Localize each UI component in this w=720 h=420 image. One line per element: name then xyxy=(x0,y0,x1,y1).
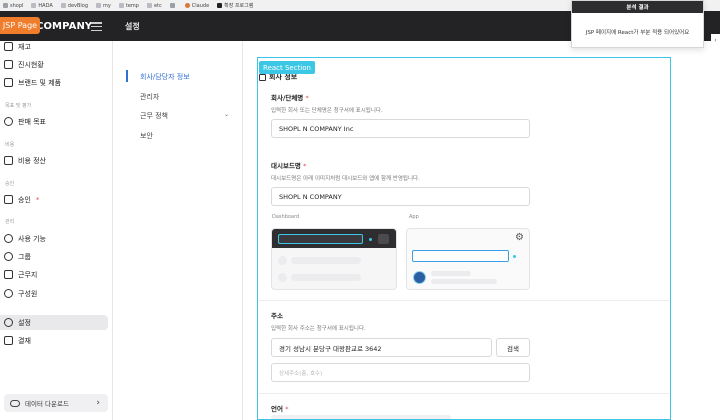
company-name-desc: 입력한 회사 또는 단체명은 청구서에 표시됩니다. xyxy=(271,108,383,114)
address-detail-input[interactable]: 상세주소(층, 호수) xyxy=(271,363,530,382)
popup-message: JSP 페이지에 React가 부분 적용 되어있어요 xyxy=(585,30,690,36)
subnav-admin[interactable]: 관리자 xyxy=(140,92,159,102)
sidebar-item-features[interactable]: 사용 기능 xyxy=(0,231,108,246)
page-title: 설정 xyxy=(125,22,140,31)
company-name-label: 회사/단체명 * xyxy=(271,94,309,102)
users-icon xyxy=(4,252,13,261)
skeleton-avatar xyxy=(278,273,287,282)
sidebar-item-workplace[interactable]: 근무지 xyxy=(0,267,108,282)
bookmark-temp[interactable]: temp xyxy=(118,3,139,9)
folder-icon xyxy=(96,3,102,8)
bookmark-my[interactable]: my xyxy=(96,3,111,9)
sidebar-item-settings[interactable]: 설정 xyxy=(0,315,108,330)
sidebar: 재고 진시현황 브랜드 및 제품 목표 및 평가 판매 목표 비용 비용 정산 … xyxy=(0,41,113,420)
section-label-expense: 비용 xyxy=(5,142,15,148)
sidebar-item-approval[interactable]: 승인 * xyxy=(0,192,108,207)
brand-name: COMPANY xyxy=(36,20,93,32)
section-label-admin: 관리 xyxy=(5,219,15,225)
bookmark-claude[interactable]: Claude xyxy=(184,3,209,9)
sidebar-item-brand-products[interactable]: 브랜드 및 제품 xyxy=(0,75,108,90)
puzzle-icon xyxy=(217,3,223,8)
receipt-icon xyxy=(4,156,13,165)
skeleton-avatar xyxy=(278,256,287,265)
address-search-button[interactable]: 검색 xyxy=(496,338,530,357)
company-name-input[interactable]: SHOPL N COMPANY Inc xyxy=(271,119,530,138)
sidebar-item-groups[interactable]: 그룹 xyxy=(0,249,108,264)
active-indicator xyxy=(126,70,128,82)
dashboard-name-input[interactable]: SHOPL N COMPANY xyxy=(271,187,530,206)
target-icon xyxy=(4,117,13,126)
collapse-arrow-icon[interactable]: ‹ xyxy=(711,34,720,46)
data-download-button[interactable]: 데이터 다운로드 › xyxy=(4,394,108,412)
menu-toggle-icon[interactable] xyxy=(91,22,102,31)
box-icon xyxy=(4,42,13,51)
page-icon xyxy=(3,3,8,8)
subnav-security[interactable]: 보안 xyxy=(140,131,153,141)
settings-subnav: 회사/담당자 정보 관리자 근무 정책 ⌄ 보안 xyxy=(113,41,243,420)
dashboard-name-label: 대시보드명 * xyxy=(271,162,307,170)
card-icon xyxy=(4,336,13,345)
sidebar-item-inventory[interactable]: 재고 xyxy=(0,39,108,54)
sidebar-item-payment[interactable]: 결재 xyxy=(0,333,108,348)
gear-icon xyxy=(4,318,13,327)
folder-icon xyxy=(60,3,66,8)
analysis-result-popup: 분석 결과 JSP 페이지에 React가 부분 적용 되어있어요 xyxy=(571,0,704,48)
dashboard-preview-label: Dashboard xyxy=(272,214,300,220)
chevron-down-icon[interactable]: ⌄ xyxy=(224,111,229,118)
page-icon xyxy=(169,3,175,8)
dashboard-name-desc: 대시보드명은 아래 이미지처럼 대시보드와 앱에 함께 반영됩니다. xyxy=(271,176,420,182)
bookmark-extensions[interactable]: 확장 프로그램 xyxy=(217,2,253,9)
app-preview-label: App xyxy=(409,214,419,220)
user-icon xyxy=(4,289,13,298)
address-input[interactable]: 경기 성남시 분당구 대왕판교로 3642 xyxy=(271,338,492,357)
language-label: 언어 * xyxy=(271,405,289,413)
toggle-icon xyxy=(4,234,13,243)
bookmark-devblog[interactable]: devBlog xyxy=(60,3,88,9)
bookmark-blank[interactable] xyxy=(169,3,177,8)
app-preview-name xyxy=(412,250,509,262)
section-label-goals: 목표 및 평가 xyxy=(5,103,32,109)
address-label: 주소 xyxy=(271,312,283,320)
dashboard-preview-name xyxy=(278,234,363,244)
avatar xyxy=(413,271,426,284)
section-label-approval: 승인 xyxy=(5,181,15,187)
folder-icon xyxy=(146,3,152,8)
language-desc-partial xyxy=(271,415,451,420)
sidebar-item-expense[interactable]: 비용 정산 xyxy=(0,153,108,168)
clipboard-icon xyxy=(4,195,13,204)
bookmark-etc[interactable]: etc xyxy=(146,3,162,9)
highlight-dot xyxy=(513,255,516,258)
bookmark-hada[interactable]: HADA xyxy=(31,3,53,9)
folder-icon xyxy=(31,3,37,8)
popup-title: 분석 결과 xyxy=(572,1,703,13)
divider xyxy=(259,300,669,301)
sidebar-item-sales-goal[interactable]: 판매 목표 xyxy=(0,114,108,129)
folder-icon xyxy=(118,3,124,8)
jsp-page-tag: JSP Page xyxy=(0,17,40,34)
tag-icon xyxy=(4,78,13,87)
building-icon xyxy=(4,270,13,279)
skeleton-line xyxy=(431,271,471,276)
subnav-work-policy[interactable]: 근무 정책 xyxy=(140,111,168,121)
chevron-right-icon: › xyxy=(96,398,100,408)
claude-icon xyxy=(184,3,190,8)
cloud-icon xyxy=(10,399,20,407)
store-icon xyxy=(4,60,13,69)
divider xyxy=(259,393,669,394)
skeleton-line xyxy=(431,279,497,284)
subnav-company-info[interactable]: 회사/담당자 정보 xyxy=(140,72,190,82)
menu-icon xyxy=(378,234,389,244)
highlight-dot xyxy=(369,238,372,241)
react-section-tag: React Section xyxy=(259,61,315,74)
bookmark-shopl[interactable]: shopl xyxy=(3,3,23,9)
gear-icon: ⚙ xyxy=(515,232,524,243)
skeleton-line xyxy=(291,257,361,264)
dashboard-preview-card xyxy=(271,228,397,290)
sidebar-item-display-status[interactable]: 진시현황 xyxy=(0,57,108,72)
address-desc: 입력한 회사 주소는 청구서에 표시됩니다. xyxy=(271,326,366,332)
building-icon xyxy=(259,73,266,81)
skeleton-line xyxy=(291,274,361,281)
sidebar-item-members[interactable]: 구성원 xyxy=(0,286,108,301)
